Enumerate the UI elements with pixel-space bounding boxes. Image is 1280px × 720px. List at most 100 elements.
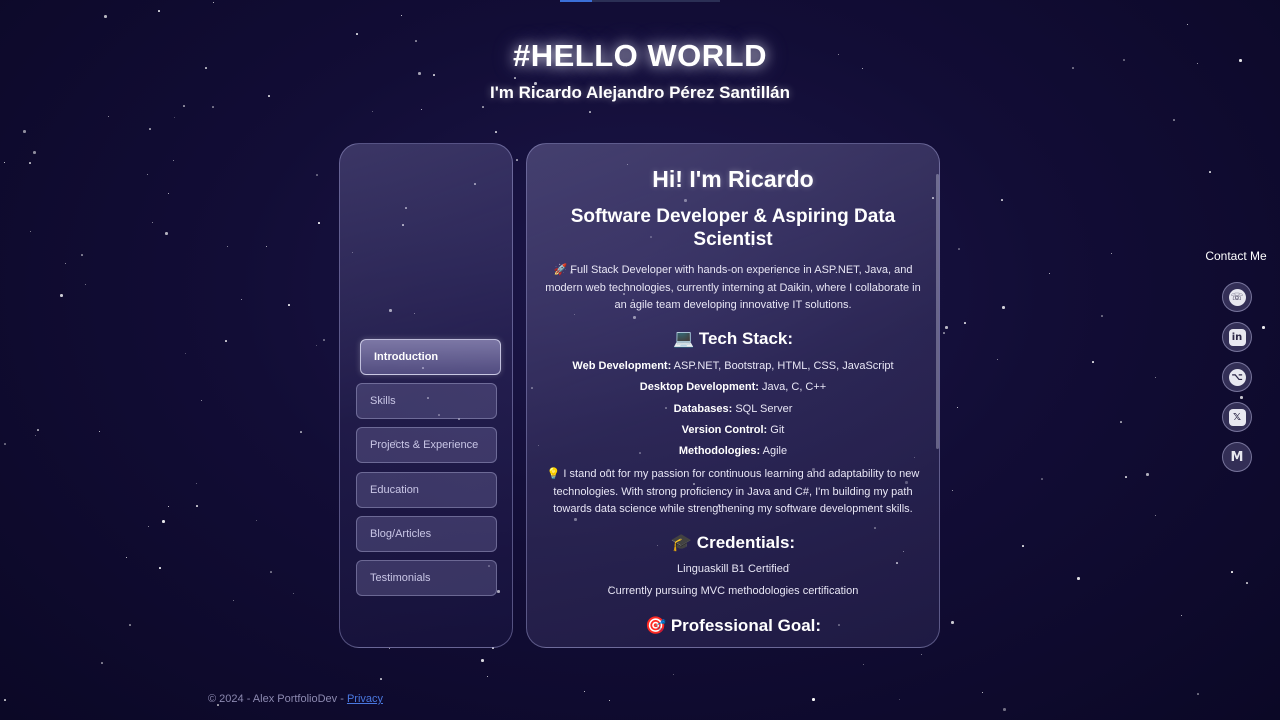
nav-blog-button[interactable]: Blog/Articles (356, 516, 497, 552)
star (185, 353, 186, 354)
github-icon: ⌥ (1228, 368, 1246, 386)
star (33, 151, 36, 154)
gmail-icon: M (1230, 449, 1244, 465)
star (1101, 315, 1103, 317)
nav-skills-button[interactable]: Skills (356, 383, 497, 419)
star (60, 294, 63, 297)
github-button[interactable]: ⌥ (1222, 362, 1252, 392)
star (4, 699, 6, 701)
star (37, 429, 39, 431)
star (318, 222, 320, 224)
linkedin-button[interactable]: in (1222, 322, 1252, 352)
star (233, 600, 234, 601)
star (225, 340, 227, 342)
star (168, 193, 169, 194)
star (1146, 473, 1149, 476)
footer: © 2024 - Alex PortfolioDev - Privacy (208, 693, 383, 705)
star (165, 232, 168, 235)
star (1197, 693, 1199, 695)
star (609, 700, 610, 701)
gmail-button[interactable]: M (1222, 442, 1252, 472)
star (1003, 708, 1006, 711)
nav-education-button[interactable]: Education (356, 472, 497, 508)
star (1155, 377, 1156, 378)
star (1246, 582, 1248, 584)
star (99, 431, 100, 432)
star (152, 222, 153, 223)
footer-text: © 2024 - Alex PortfolioDev - (208, 693, 347, 705)
whatsapp-button[interactable]: ☏ (1222, 282, 1252, 312)
star (129, 624, 131, 626)
star (23, 130, 26, 133)
star (201, 400, 202, 401)
hero-subtitle: I'm Ricardo Alejandro Pérez Santillán (489, 83, 791, 102)
star (1209, 171, 1211, 173)
star (584, 691, 585, 692)
star (300, 431, 302, 433)
star (943, 332, 945, 334)
star (1173, 119, 1175, 121)
star (589, 111, 591, 113)
star (4, 443, 6, 445)
nav-projects-button[interactable]: Projects & Experience (356, 427, 497, 463)
star (316, 345, 317, 346)
star (1049, 273, 1050, 274)
star (101, 662, 103, 664)
star (1125, 476, 1127, 478)
linkedin-icon: in (1228, 328, 1246, 346)
content-panel[interactable]: Hi! I'm Ricardo Software Developer & Asp… (526, 143, 940, 648)
star (227, 246, 228, 247)
star (241, 299, 242, 300)
tech-item: Version Control: Git (681, 424, 785, 436)
star (85, 284, 86, 285)
star (952, 490, 953, 491)
star (149, 128, 151, 130)
star (356, 33, 358, 35)
star (256, 520, 257, 521)
star (421, 109, 422, 110)
star (812, 698, 815, 701)
nav-testimonials-button[interactable]: Testimonials (356, 560, 497, 596)
star (270, 571, 272, 573)
star (29, 162, 31, 164)
star (162, 520, 165, 523)
star (1231, 571, 1233, 573)
professional-goal-heading: 🎯 Professional Goal: (644, 616, 822, 635)
star (104, 15, 107, 18)
star (65, 263, 66, 264)
star (196, 483, 197, 484)
star (1187, 24, 1188, 25)
greeting-heading: Hi! I'm Ricardo (652, 166, 814, 192)
star (168, 506, 169, 507)
star (1120, 421, 1122, 423)
star (173, 160, 174, 161)
star (1111, 253, 1112, 254)
star (921, 654, 922, 655)
tech-item: Web Development: ASP.NET, Bootstrap, HTM… (572, 360, 894, 372)
credentials-heading: 🎓 Credentials: (670, 533, 796, 552)
nav-introduction-button[interactable]: Introduction (360, 339, 501, 375)
star (1262, 326, 1265, 329)
role-heading: Software Developer & Aspiring Data Scien… (570, 206, 896, 250)
star (148, 526, 149, 527)
star (158, 10, 160, 12)
star (863, 664, 864, 665)
tech-item: Databases: SQL Server (673, 403, 793, 415)
star (997, 359, 998, 360)
star (482, 106, 484, 108)
x-button[interactable]: 𝕏 (1222, 402, 1252, 432)
star (481, 659, 484, 662)
star (514, 77, 516, 79)
x-icon: 𝕏 (1228, 408, 1246, 426)
star (673, 674, 674, 675)
star (1077, 577, 1080, 580)
star (951, 621, 954, 624)
hero-title: #HELLO WORLD (513, 38, 767, 73)
tech-item: Methodologies: Agile (678, 445, 788, 457)
star (293, 593, 294, 594)
star (516, 159, 518, 161)
privacy-link[interactable]: Privacy (347, 693, 383, 705)
contact-title: Contact Me (1205, 249, 1267, 263)
star (433, 74, 435, 76)
star (126, 557, 127, 558)
